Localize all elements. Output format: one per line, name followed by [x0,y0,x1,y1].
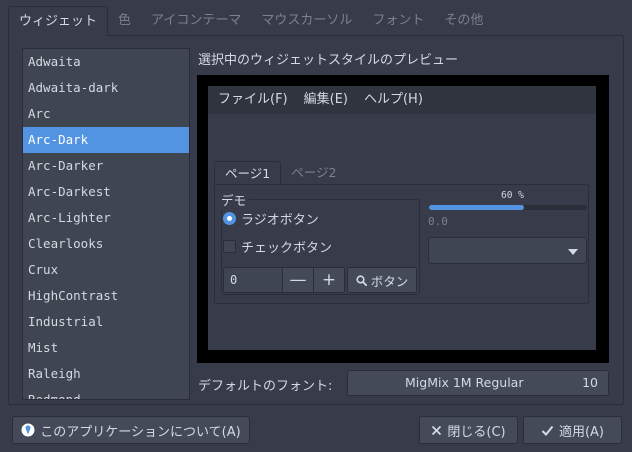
spin-entry[interactable]: 0 [224,268,282,292]
preview-title: 選択中のウィジェットスタイルのプレビュー [198,53,459,68]
close-icon [431,425,442,436]
theme-list-item[interactable]: Crux [23,257,189,283]
menu-help[interactable]: ヘルプ(H) [362,86,431,114]
preview-menubar: ファイル(F) 編集(E) ヘルプ(H) [208,86,596,114]
main-tabs: ウィジェット 色 アイコンテーマ マウスカーソル フォント その他 [8,6,493,36]
theme-list-item[interactable]: Adwaita [23,49,189,75]
preview-tab-content: デモ ラジオボタン チェックボタン 0 — + ボタン 60 % 0.0 [214,184,589,304]
search-icon [356,274,367,286]
progress-label: 60 % [501,190,524,201]
check-label: チェックボタン [241,241,333,256]
check-icon [541,425,554,436]
spin-button: 0 — + [223,267,345,293]
apply-button-label: 適用(A) [558,424,605,440]
tab-font[interactable]: フォント [362,6,434,36]
theme-list-item[interactable]: HighContrast [23,283,189,309]
radio-button[interactable]: ラジオボタン [223,209,319,228]
font-chooser-button[interactable]: MigMix 1M Regular 10 [347,370,609,396]
checkbox-indicator [223,240,236,253]
tab-color[interactable]: 色 [108,6,141,36]
info-icon [21,423,35,437]
font-size: 10 [582,375,598,390]
tab-icon-theme[interactable]: アイコンテーマ [141,6,251,36]
spin-decrement-button[interactable]: — [282,268,313,292]
theme-list-item[interactable]: Arc-Darker [23,153,189,179]
preview-frame: ファイル(F) 編集(E) ヘルプ(H) ページ1 ページ2 デモ ラジオボタン… [197,75,609,363]
theme-list-item[interactable]: Mist [23,335,189,361]
spin-increment-button[interactable]: + [313,268,344,292]
tab-widget[interactable]: ウィジェット [8,6,109,36]
preview-tab-page1[interactable]: ページ1 [214,161,282,185]
menu-file[interactable]: ファイル(F) [216,86,296,114]
preview-window: ファイル(F) 編集(E) ヘルプ(H) ページ1 ページ2 デモ ラジオボタン… [208,86,596,350]
theme-list-item[interactable]: Adwaita-dark [23,75,189,101]
theme-list-item[interactable]: Arc [23,101,189,127]
progress-bar [429,205,587,210]
tab-mouse-cursor[interactable]: マウスカーソル [251,6,362,36]
demo-label: デモ [221,190,250,209]
close-button[interactable]: 閉じる(C) [419,416,518,444]
tab-other[interactable]: その他 [434,6,493,36]
theme-list-item[interactable]: Raleigh [23,361,189,387]
about-button[interactable]: このアプリケーションについて(A) [12,416,250,444]
combo-box[interactable] [428,237,587,264]
about-button-label: このアプリケーションについて(A) [40,424,241,440]
radio-indicator [223,212,236,225]
theme-list[interactable]: Adwaita Adwaita-dark Arc Arc-Dark Arc-Darker… [22,48,190,400]
preview-tabs: ページ1 ページ2 [214,161,346,185]
chevron-down-icon [568,249,578,255]
search-button[interactable]: ボタン [347,267,417,293]
radio-label: ラジオボタン [241,213,319,228]
theme-list-item[interactable]: Clearlooks [23,231,189,257]
theme-list-item[interactable]: Industrial [23,309,189,335]
theme-list-item[interactable]: Arc-Darkest [23,179,189,205]
progress-fill [429,205,524,210]
scale-value: 0.0 [428,215,448,228]
check-button[interactable]: チェックボタン [223,237,332,256]
preview-tab-page2[interactable]: ページ2 [281,161,346,185]
search-button-label: ボタン [370,273,409,289]
theme-list-item[interactable]: Arc-Lighter [23,205,189,231]
menu-edit[interactable]: 編集(E) [302,86,356,114]
theme-list-item[interactable]: Arc-Dark [23,127,189,153]
default-font-label: デフォルトのフォント: [198,379,333,394]
apply-button[interactable]: 適用(A) [523,416,622,444]
theme-list-item[interactable]: Redmond [23,387,189,399]
close-button-label: 閉じる(C) [447,424,506,440]
font-name: MigMix 1M Regular [405,375,524,390]
